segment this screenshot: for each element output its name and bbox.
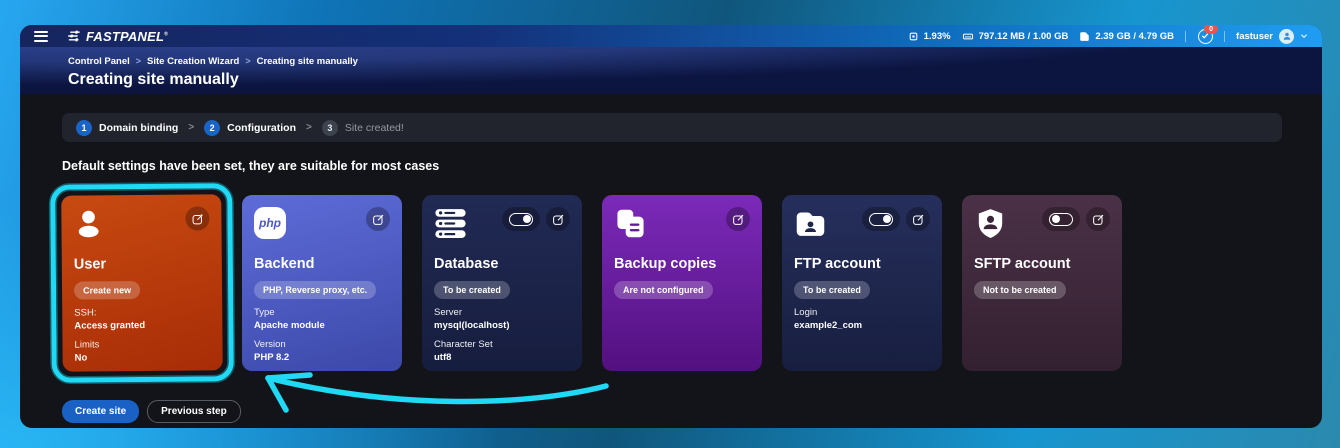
edit-button[interactable] [1086,207,1110,231]
highlight-annotation: User Create new SSH: Access granted Limi… [50,183,234,383]
backend-card: php Backend PHP, Reverse proxy, etc. Typ… [242,195,402,371]
wizard-stepper: 1 Domain binding > 2 Configuration > 3 S… [62,113,1282,142]
disk-usage: 2.39 GB / 4.79 GB [1079,31,1174,42]
sftp-toggle[interactable] [1042,207,1080,231]
cpu-value: 1.93% [924,31,951,42]
edit-button[interactable] [546,207,570,231]
breadcrumb-site-creation-wizard[interactable]: Site Creation Wizard [147,56,239,67]
step-label: Domain binding [99,122,178,134]
ftp-account-card: FTP account To be created Login example2… [782,195,942,371]
ram-usage: 797.12 MB / 1.00 GB [962,31,1069,42]
main-content: 1 Domain binding > 2 Configuration > 3 S… [20,113,1322,423]
card-title: SFTP account [974,256,1110,272]
card-status-badge: Are not configured [614,281,713,299]
card-title: Database [434,256,570,272]
detail-row: Character Set utf8 [434,339,570,363]
card-title: Backend [254,256,390,272]
logo-equalizer-icon [67,30,83,42]
ram-icon [962,31,974,42]
database-card: Database To be created Server mysql(loca… [422,195,582,371]
backup-copies-card: Backup copies Are not configured [602,195,762,371]
ram-value: 797.12 MB / 1.00 GB [979,31,1069,42]
breadcrumb-current: Creating site manually [257,56,358,67]
divider [1224,31,1225,42]
detail-row: Limits No [74,338,210,363]
card-title: User [74,255,210,272]
backup-copies-icon [614,207,647,240]
step-label: Site created! [345,122,404,134]
avatar-icon [1279,29,1294,44]
breadcrumb-separator: > [136,56,141,67]
detail-row: Login example2_com [794,307,930,331]
tasks-button[interactable]: 0 [1197,28,1213,44]
php-icon: php [254,207,286,239]
step-configuration[interactable]: 2 Configuration [204,120,296,136]
settings-subtitle: Default settings have been set, they are… [62,159,1282,173]
breadcrumb-control-panel[interactable]: Control Panel [68,56,130,67]
user-menu[interactable]: fastuser [1236,29,1308,44]
breadcrumb-separator: > [245,56,250,67]
card-status-badge: PHP, Reverse proxy, etc. [254,281,376,299]
card-status-badge: To be created [434,281,510,299]
card-status-badge: To be created [794,281,870,299]
database-toggle[interactable] [502,207,540,231]
edit-button[interactable] [906,207,930,231]
step-domain-binding[interactable]: 1 Domain binding [76,120,178,136]
card-status-badge: Not to be created [974,281,1066,299]
registered-mark: ® [164,31,168,37]
edit-button[interactable] [726,207,750,231]
cpu-icon [908,31,919,42]
step-separator: > [188,122,194,133]
user-icon [73,207,106,240]
step-number: 1 [76,120,92,136]
fastpanel-logo[interactable]: FASTPANEL® [68,29,168,44]
step-number: 3 [322,120,338,136]
detail-row: Type Apache module [254,307,390,331]
cpu-usage: 1.93% [908,31,951,42]
detail-row: Version PHP 8.2 [254,339,390,363]
topbar-right: 1.93% 797.12 MB / 1.00 GB 2.39 GB / 4.79… [908,28,1308,44]
step-separator: > [306,122,312,133]
card-title: FTP account [794,256,930,272]
hamburger-menu-icon[interactable] [34,31,48,42]
breadcrumb-band: Control Panel > Site Creation Wizard > C… [20,47,1322,94]
step-number: 2 [204,120,220,136]
sftp-shield-icon [974,207,1007,240]
page-title: Creating site manually [68,71,1322,89]
edit-button[interactable] [185,206,209,230]
create-site-button[interactable]: Create site [62,400,139,423]
disk-icon [1079,31,1090,42]
top-bar: FASTPANEL® 1.93% 797.12 MB / 1.00 GB 2.3… [20,25,1322,47]
card-title: Backup copies [614,256,750,272]
database-icon [434,207,467,240]
app-window: FASTPANEL® 1.93% 797.12 MB / 1.00 GB 2.3… [20,25,1322,428]
ftp-toggle[interactable] [862,207,900,231]
chevron-down-icon [1300,32,1308,40]
config-cards-row: User Create new SSH: Access granted Limi… [62,195,1282,371]
previous-step-button[interactable]: Previous step [147,400,241,423]
step-label: Configuration [227,122,296,134]
step-site-created: 3 Site created! [322,120,404,136]
disk-value: 2.39 GB / 4.79 GB [1095,31,1174,42]
detail-row: Server mysql(localhost) [434,307,570,331]
tasks-count-badge: 0 [1204,25,1218,34]
sftp-account-card: SFTP account Not to be created [962,195,1122,371]
user-name: fastuser [1236,31,1273,42]
card-status-badge: Create new [74,281,140,300]
divider [1185,31,1186,42]
detail-row: SSH: Access granted [74,306,210,331]
logo-text: FASTPANEL® [86,29,168,44]
edit-button[interactable] [366,207,390,231]
ftp-folder-icon [794,207,827,240]
breadcrumb: Control Panel > Site Creation Wizard > C… [68,56,1322,67]
wizard-actions: Create site Previous step [62,400,1282,423]
user-card: User Create new SSH: Access granted Limi… [61,194,223,371]
screenshot-frame: FASTPANEL® 1.93% 797.12 MB / 1.00 GB 2.3… [0,0,1340,448]
